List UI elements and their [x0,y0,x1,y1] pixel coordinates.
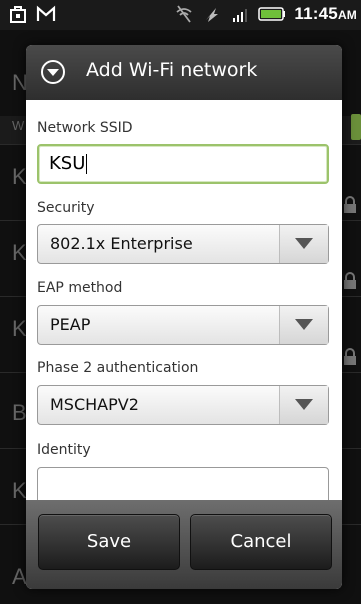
bag-icon [10,6,26,23]
cancel-button[interactable]: Cancel [190,514,332,570]
dropdown-arrow-icon [295,319,313,330]
bg-row-letter: K [12,164,27,189]
add-wifi-dialog: Add Wi-Fi network Network SSID KSU Secur… [26,45,342,589]
ssid-value: KSU [49,153,86,174]
wifi-off-icon [176,5,192,23]
ssid-input[interactable]: KSU [37,144,329,184]
phase2-dropdown-button[interactable] [279,386,328,424]
lock-icon [344,348,356,365]
clock-time: 11:45 [294,4,338,23]
security-dropdown-button[interactable] [279,225,328,263]
dialog-title: Add Wi-Fi network [86,59,258,81]
gmail-icon [36,5,56,21]
status-bar-left [8,4,56,24]
status-bar: 11:45AM [0,0,361,30]
bg-row-letter: K [12,240,27,265]
dialog-header: Add Wi-Fi network [26,45,342,100]
battery-icon [258,7,286,21]
security-value: 802.1x Enterprise [50,234,193,253]
collapse-icon[interactable] [40,59,66,85]
lock-icon [344,196,356,213]
bg-row-letter: A [12,564,27,589]
phase2-select[interactable]: MSCHAPV2 [37,385,329,425]
security-label: Security [37,200,95,216]
sync-icon [206,8,219,22]
dropdown-arrow-icon [295,399,313,410]
eap-method-value: PEAP [50,315,91,334]
clock: 11:45AM [294,4,357,24]
bg-row-letter: K [12,478,27,503]
phase2-label: Phase 2 authentication [37,360,199,376]
clock-ampm: AM [337,8,357,22]
bg-row-letter: K [12,316,27,341]
phase2-value: MSCHAPV2 [50,395,139,414]
text-caret [86,154,88,174]
dialog-body: Network SSID KSU Security 802.1x Enterpr… [26,100,342,507]
bg-row-letter: B [12,400,27,425]
signal-icon [233,9,248,22]
bg-checkbox [351,114,361,140]
eap-dropdown-button[interactable] [279,306,328,344]
dropdown-arrow-icon [295,238,313,249]
identity-label: Identity [37,442,91,458]
ssid-label: Network SSID [37,120,133,136]
dialog-footer: Save Cancel [26,500,342,589]
eap-method-label: EAP method [37,280,123,296]
lock-icon [344,272,356,289]
security-select[interactable]: 802.1x Enterprise [37,224,329,264]
save-button[interactable]: Save [38,514,180,570]
status-bar-right: 11:45AM [174,4,357,24]
bg-section-letter: W [12,118,25,133]
eap-method-select[interactable]: PEAP [37,305,329,345]
